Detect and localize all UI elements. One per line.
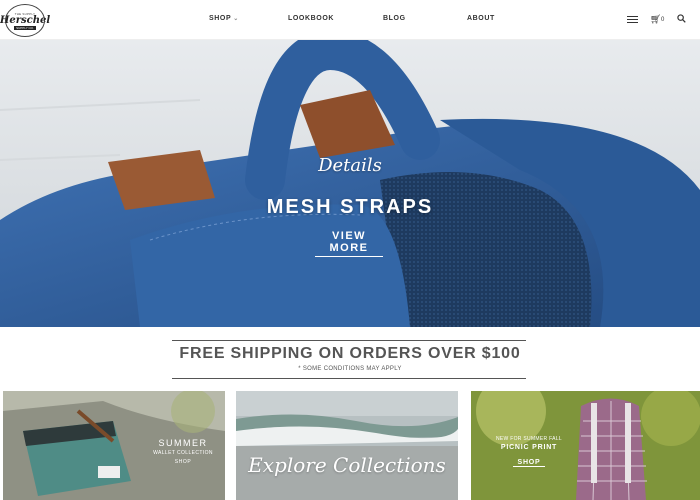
hero-script-label: Details xyxy=(318,155,382,176)
tile-explore-title: Explore Collections xyxy=(248,453,446,477)
logo-tagline: SUPPLY CO. xyxy=(14,25,36,30)
chevron-down-icon: ⌄ xyxy=(233,16,239,22)
flag-icon[interactable] xyxy=(627,16,638,24)
tile-picnic-title: PICNIC PRINT xyxy=(500,444,558,451)
tile-summer-wallets[interactable]: SUMMER WALLET COLLECTION SHOP xyxy=(3,391,225,500)
shipping-note: * SOME CONDITIONS MAY APPLY xyxy=(298,366,402,372)
brand-logo[interactable]: THE SUPPLY Herschel SUPPLY CO. xyxy=(0,4,50,37)
ocean-photo xyxy=(236,391,458,500)
nav-lookbook[interactable]: LOOKBOOK xyxy=(288,15,334,22)
nav-about[interactable]: ABOUT xyxy=(467,15,495,22)
site-header: THE SUPPLY Herschel SUPPLY CO. SHOP ⌄ LOO… xyxy=(0,0,700,40)
shipping-divider-bottom xyxy=(172,378,526,379)
tile-summer-shop-link[interactable]: SHOP xyxy=(163,459,203,465)
cart-count: 0 xyxy=(661,17,665,23)
hero-banner[interactable]: Details MESH STRAPS VIEW MORE xyxy=(0,40,700,327)
nav-shop[interactable]: SHOP ⌄ xyxy=(209,15,239,22)
nav-blog[interactable]: BLOG xyxy=(383,15,406,22)
shipping-divider-top xyxy=(172,340,526,341)
hero-backpack-image xyxy=(0,40,700,327)
tile-summer-title: SUMMER xyxy=(158,438,208,448)
nav-shop-label: SHOP xyxy=(209,15,232,22)
tile-summer-subtitle: WALLET COLLECTION xyxy=(153,450,213,456)
shipping-title: FREE SHIPPING ON ORDERS OVER $100 xyxy=(179,345,521,362)
logo-brand-text: Herschel xyxy=(0,14,51,26)
tile-picnic-kicker: NEW FOR SUMMER FALL xyxy=(496,436,562,442)
view-more-link[interactable]: VIEW MORE xyxy=(315,230,383,257)
search-icon[interactable] xyxy=(677,14,686,23)
cart-icon[interactable]: 🛒︎ xyxy=(650,14,661,25)
tile-picnic-print[interactable]: NEW FOR SUMMER FALL PICNIC PRINT SHOP xyxy=(471,391,700,500)
tile-picnic-shop-link[interactable]: SHOP xyxy=(513,459,545,467)
tile-explore-collections[interactable]: Explore Collections xyxy=(236,391,458,500)
hero-title: MESH STRAPS xyxy=(266,196,434,218)
